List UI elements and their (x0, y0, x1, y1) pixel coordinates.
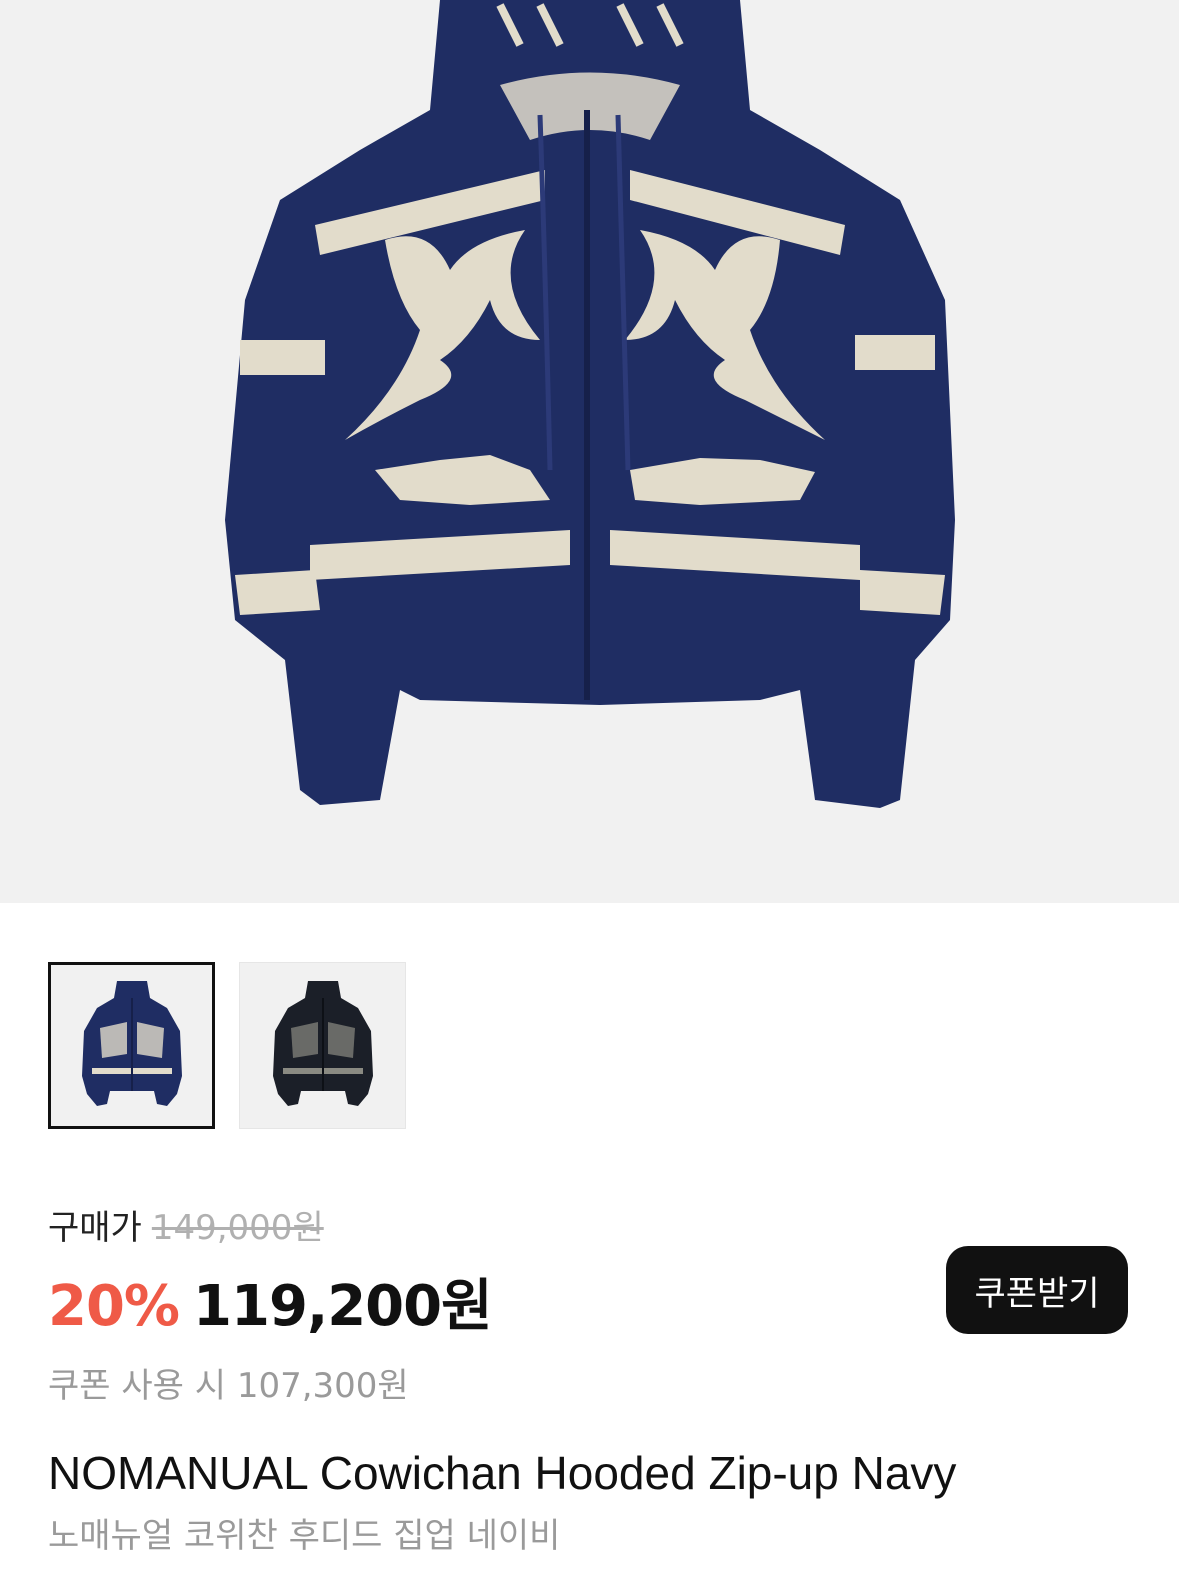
hoodie-illustration (225, 0, 955, 808)
hoodie-black-thumb (272, 980, 373, 1106)
get-coupon-button[interactable]: 쿠폰받기 (946, 1246, 1128, 1334)
thumbnail-black[interactable] (239, 962, 406, 1129)
thumbnail-navy[interactable] (48, 962, 215, 1129)
price-label-row: 구매가 149,000원 (48, 1200, 1131, 1249)
final-price: 119,200원 (193, 1274, 493, 1339)
product-title-ko: 노매뉴얼 코위찬 후디드 집업 네이비 (48, 1516, 561, 1556)
product-main-image[interactable] (0, 0, 1179, 903)
product-title-section: NOMANUAL Cowichan Hooded Zip-up Navy 노매뉴… (48, 1446, 1148, 1557)
thumbnail-list (48, 962, 406, 1129)
price-label: 구매가 (48, 1208, 142, 1248)
discount-rate: 20% (48, 1274, 180, 1339)
hoodie-navy-thumb (81, 980, 182, 1106)
coupon-price-text: 쿠폰 사용 시 107,300원 (48, 1366, 409, 1406)
original-price: 149,000원 (151, 1208, 324, 1248)
product-title-en: NOMANUAL Cowichan Hooded Zip-up Navy (48, 1447, 957, 1499)
